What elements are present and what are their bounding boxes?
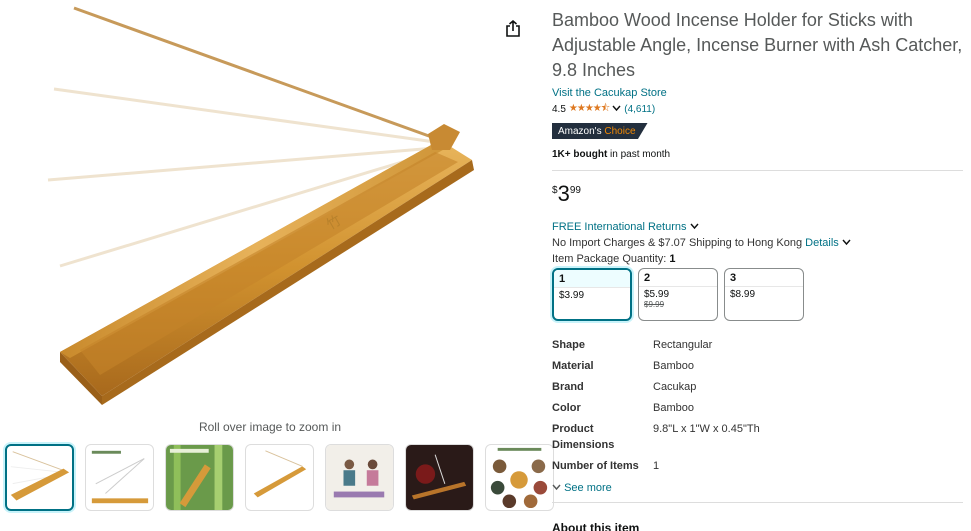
divider xyxy=(552,170,963,171)
quantity-number: 2 xyxy=(644,272,651,284)
thumbnail-strip xyxy=(5,444,554,511)
returns-link[interactable]: FREE International Returns xyxy=(552,221,963,233)
package-value: 1 xyxy=(669,253,676,265)
about-heading: About this item xyxy=(552,521,640,531)
badge-accent: Choice xyxy=(604,125,636,137)
spec-row-number-of-items: Number of Items 1 xyxy=(552,458,963,479)
rating-count-link[interactable]: (4,611) xyxy=(624,104,655,115)
thumbnail-dimensions[interactable] xyxy=(85,444,154,511)
bought-rest: in past month xyxy=(607,149,671,160)
amazons-choice-badge: Amazon's Choice xyxy=(552,123,648,139)
chevron-down-icon xyxy=(552,482,561,494)
spec-value: 9.8"L x 1"W x 0.45"Th xyxy=(653,423,760,435)
badge-prefix: Amazon's xyxy=(558,125,602,137)
quantity-options: 1 $3.99 2 $5.99 $9.99 3 $8.99 xyxy=(552,268,963,321)
thumbnail-yoga-scene[interactable] xyxy=(325,444,394,511)
spec-row-shape: Shape Rectangular xyxy=(552,337,963,358)
spec-value: Cacukap xyxy=(653,381,697,393)
chevron-down-icon xyxy=(690,221,699,233)
spec-value: Bamboo xyxy=(653,402,694,414)
returns-label: FREE International Returns xyxy=(552,221,687,233)
specs-table: Shape Rectangular Material Bamboo Brand … xyxy=(552,337,963,479)
see-more-label: See more xyxy=(564,482,612,494)
chevron-down-icon[interactable] xyxy=(612,104,621,115)
product-title: Bamboo Wood Incense Holder for Sticks wi… xyxy=(552,10,963,80)
spec-key: Brand xyxy=(552,381,584,393)
spec-key: Product Dimensions xyxy=(552,423,615,451)
thumbnail-lifestyle-dark[interactable] xyxy=(405,444,474,511)
spec-key: Color xyxy=(552,402,581,414)
product-info: Bamboo Wood Incense Holder for Sticks wi… xyxy=(552,8,963,531)
main-product-image[interactable]: 竹 xyxy=(40,0,500,410)
quantity-price: $3.99 xyxy=(554,287,630,301)
store-link[interactable]: Visit the Cacukap Store xyxy=(552,87,963,99)
see-more-link[interactable]: See more xyxy=(552,482,963,494)
share-icon[interactable] xyxy=(503,19,523,39)
price: $ 3 99 xyxy=(552,183,963,205)
quantity-number: 3 xyxy=(730,272,737,284)
quantity-number: 1 xyxy=(554,270,630,287)
rating-row: 4.5 ★★★★⯪ (4,611) xyxy=(552,101,963,118)
package-label: Item Package Quantity: xyxy=(552,253,667,265)
spec-row-dimensions: Product Dimensions 9.8"L x 1"W x 0.45"Th xyxy=(552,421,963,458)
spec-value: 1 xyxy=(653,460,660,472)
divider xyxy=(552,502,963,503)
spec-row-material: Material Bamboo xyxy=(552,358,963,379)
spec-row-color: Color Bamboo xyxy=(552,400,963,421)
quantity-option-1[interactable]: 1 $3.99 xyxy=(552,268,632,321)
bought-count: 1K+ bought in past month xyxy=(552,149,963,160)
rating-value: 4.5 xyxy=(552,104,566,115)
quantity-option-3[interactable]: 3 $8.99 xyxy=(724,268,804,321)
quantity-option-2[interactable]: 2 $5.99 $9.99 xyxy=(638,268,718,321)
details-link[interactable]: Details xyxy=(805,237,839,249)
spec-key: Material xyxy=(552,360,594,372)
zoom-hint: Roll over image to zoom in xyxy=(198,420,342,434)
thumbnail-applicable-scenes[interactable] xyxy=(485,444,554,511)
star-rating-icon[interactable]: ★★★★⯪ xyxy=(569,101,610,118)
price-fraction: 99 xyxy=(569,185,581,196)
spec-key: Number of Items xyxy=(552,460,639,472)
quantity-price: $5.99 xyxy=(639,286,717,300)
price-whole: 3 xyxy=(557,181,570,206)
quantity-old-price: $9.99 xyxy=(644,300,665,309)
import-shipping: No Import Charges & $7.07 Shipping to Ho… xyxy=(552,237,963,249)
thumbnail-holder-angles[interactable] xyxy=(5,444,74,511)
import-text: No Import Charges & $7.07 Shipping to Ho… xyxy=(552,237,803,249)
thumbnail-bamboo-material[interactable] xyxy=(165,444,234,511)
spec-key: Shape xyxy=(552,339,586,351)
bought-bold: 1K+ bought xyxy=(552,149,608,160)
thumbnail-holder-single[interactable] xyxy=(245,444,314,511)
chevron-down-icon[interactable] xyxy=(842,237,851,249)
spec-row-brand: Brand Cacukap xyxy=(552,379,963,400)
quantity-price: $8.99 xyxy=(725,286,803,300)
package-quantity: Item Package Quantity: 1 xyxy=(552,253,963,265)
spec-value: Rectangular xyxy=(653,339,713,351)
spec-value: Bamboo xyxy=(653,360,694,372)
